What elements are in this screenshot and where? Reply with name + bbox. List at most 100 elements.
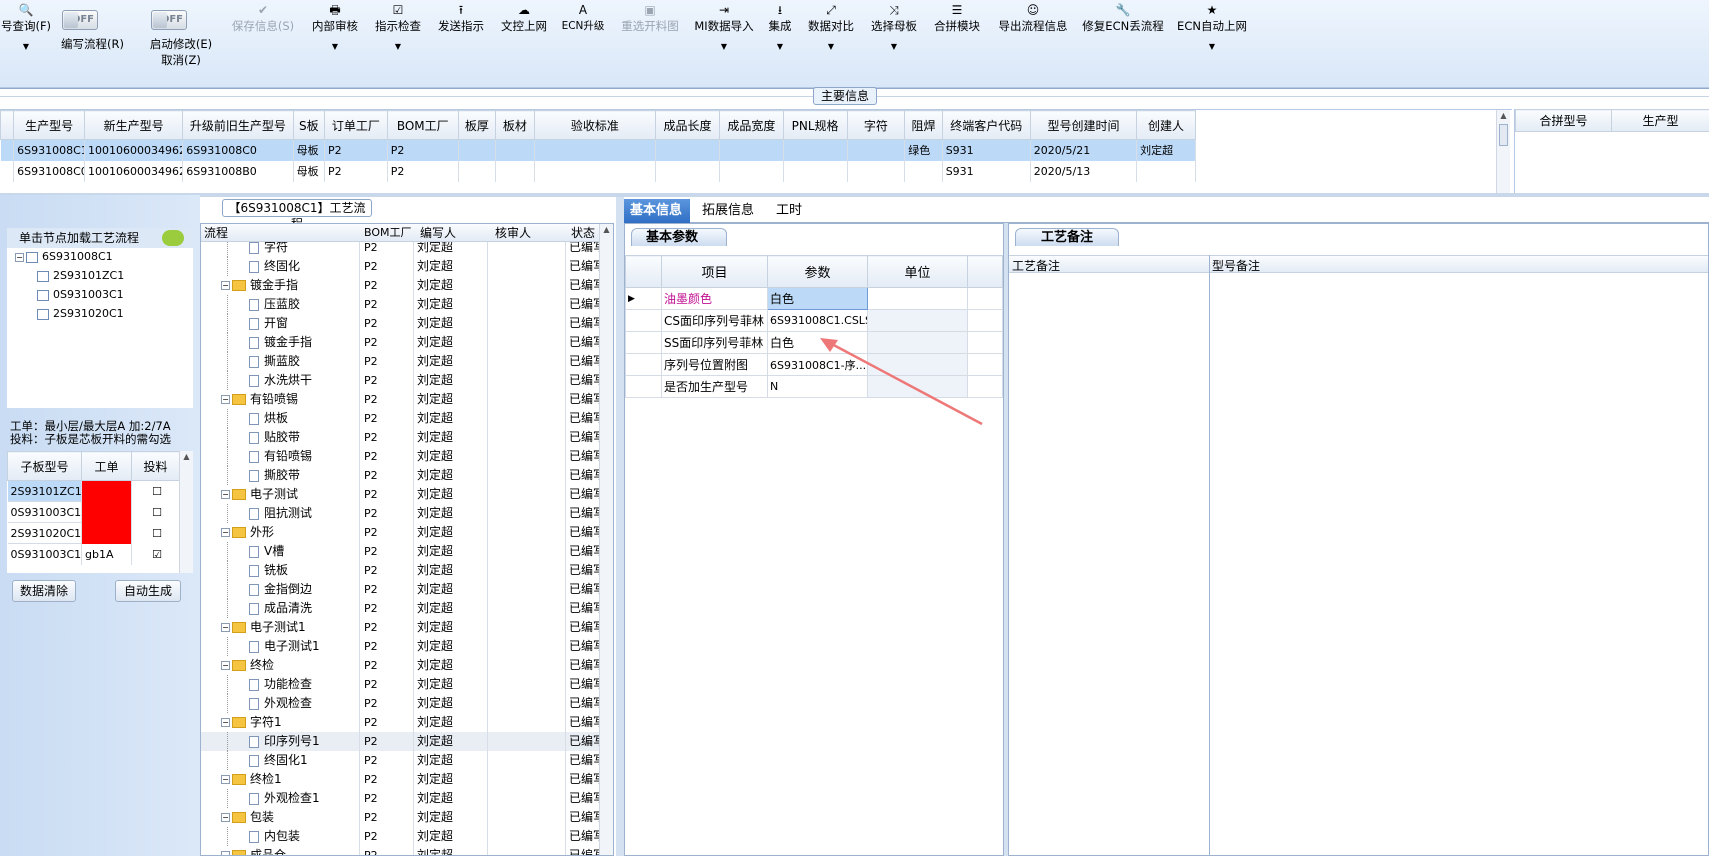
col-header[interactable]: PNL规格 <box>782 110 848 140</box>
flow-row[interactable]: 压蓝胶 P2 刘定超 已编写 <box>201 295 601 314</box>
param-value[interactable]: 6S931008C1.CSLSH <box>767 309 868 332</box>
flow-row[interactable]: 功能检查 P2 刘定超 已编写 <box>201 675 601 694</box>
col-header[interactable]: BOM工厂 <box>364 224 412 242</box>
flow-row[interactable]: − 有铅喷锡 P2 刘定超 已编写 <box>201 390 601 409</box>
tab-work-hours[interactable]: 工时 <box>770 199 808 223</box>
clear-data-button[interactable]: 数据清除 <box>12 580 76 602</box>
cell[interactable]: 6S931008C1 <box>13 139 86 161</box>
flow-scrollbar[interactable]: ▲ <box>599 224 613 855</box>
tab-extended-info[interactable]: 拓展信息 <box>696 199 760 223</box>
flow-row[interactable]: − 电子测试 P2 刘定超 已编写 <box>201 485 601 504</box>
flow-row[interactable]: 内包装 P2 刘定超 已编写 <box>201 827 601 846</box>
table-row[interactable]: 2S93101ZC1 ☐ <box>7 480 180 502</box>
order-cell[interactable]: gb1A <box>81 543 132 565</box>
table-row[interactable]: 是否加生产型号 N <box>625 375 1003 398</box>
flow-row[interactable]: 印序列号1 P2 刘定超 已编写 <box>201 732 601 751</box>
param-unit[interactable] <box>867 309 968 332</box>
table-row[interactable]: SS面印序列号菲林 白色 <box>625 331 1003 354</box>
collapse-icon[interactable]: − <box>221 775 230 784</box>
col-header[interactable]: 流程 <box>204 224 228 242</box>
cancel-label[interactable]: 取消(Z) <box>143 52 219 68</box>
cell[interactable]: P2 <box>387 160 459 182</box>
cell[interactable]: 6S931008C0 <box>182 139 294 161</box>
cell[interactable] <box>904 160 943 182</box>
tree-node[interactable]: 2S93101ZC1 <box>37 267 124 284</box>
cell[interactable]: 2S931020C1 <box>7 522 82 544</box>
order-cell[interactable] <box>81 522 132 544</box>
ecn-auto-button[interactable]: ★ ECN自动上网 ▼ <box>1176 2 1248 82</box>
cell[interactable] <box>495 160 535 182</box>
feed-checkbox[interactable]: ☐ <box>131 480 180 502</box>
export-flow-button[interactable]: ☺ 导出流程信息 <box>994 2 1072 82</box>
query-button[interactable]: 🔍 号查询(F) ▼ <box>0 2 52 82</box>
tree-node[interactable]: 2S931020C1 <box>37 305 124 322</box>
col-header[interactable]: 阻焊 <box>904 110 943 140</box>
flow-row[interactable]: 镀金手指 P2 刘定超 已编写 <box>201 333 601 352</box>
cell[interactable]: P2 <box>387 139 459 161</box>
collapse-icon[interactable]: − <box>221 718 230 727</box>
cell[interactable] <box>1136 160 1196 182</box>
data-compare-button[interactable]: ⤢ 数据对比 ▼ <box>805 2 857 82</box>
flow-row[interactable]: − 外形 P2 刘定超 已编写 <box>201 523 601 542</box>
tree-node-root[interactable]: −6S931008C1 <box>15 248 113 265</box>
col-header[interactable]: 板材 <box>495 110 535 140</box>
sub-grid-scrollbar[interactable]: ▲ <box>179 451 193 573</box>
mi-import-button[interactable]: ⇥ MI数据导入 ▼ <box>690 2 758 82</box>
param-value[interactable]: 白色 <box>767 287 868 310</box>
col-header[interactable]: 板厚 <box>457 110 497 140</box>
param-unit[interactable] <box>867 375 968 398</box>
param-unit[interactable] <box>867 353 968 376</box>
col-header[interactable]: 编写人 <box>420 224 456 242</box>
cell[interactable] <box>655 139 720 161</box>
flow-row[interactable]: 电子测试1 P2 刘定超 已编写 <box>201 637 601 656</box>
tree-node[interactable]: 0S931003C1 <box>37 286 124 303</box>
flow-row[interactable]: 外观检查 P2 刘定超 已编写 <box>201 694 601 713</box>
flow-row[interactable]: 成品清洗 P2 刘定超 已编写 <box>201 599 601 618</box>
cell[interactable] <box>458 139 497 161</box>
col-header[interactable]: 项目 <box>661 255 768 288</box>
col-header[interactable]: 终端客户代码 <box>941 110 1031 140</box>
cell[interactable]: 母板 <box>293 139 326 161</box>
tab-basic-info[interactable]: 基本信息 <box>624 199 690 223</box>
main-grid-scrollbar[interactable]: ▲ <box>1496 110 1510 194</box>
scroll-up-icon[interactable]: ▲ <box>1497 110 1510 122</box>
flow-row[interactable]: 外观检查1 P2 刘定超 已编写 <box>201 789 601 808</box>
col-header[interactable]: 单位 <box>867 255 968 288</box>
cell[interactable] <box>719 160 784 182</box>
cell[interactable] <box>655 160 720 182</box>
cell[interactable]: 6S931008B0 <box>182 160 294 182</box>
flow-row[interactable]: 烘板 P2 刘定超 已编写 <box>201 409 601 428</box>
flow-row[interactable]: 金指倒边 P2 刘定超 已编写 <box>201 580 601 599</box>
flow-row[interactable]: 贴胶带 P2 刘定超 已编写 <box>201 428 601 447</box>
cell[interactable]: 2020/5/21 <box>1030 139 1138 161</box>
table-row[interactable]: CS面印序列号菲林6S931008C1.CSLSH <box>625 309 1003 332</box>
col-header[interactable]: 验收标准 <box>533 110 657 140</box>
scroll-up-icon[interactable]: ▲ <box>180 451 193 463</box>
flow-row[interactable]: 阻抗测试 P2 刘定超 已编写 <box>201 504 601 523</box>
table-row[interactable]: 0S931003C1 ☐ <box>7 501 180 523</box>
instruction-check-button[interactable]: ☑ 指示检查 ▼ <box>371 2 425 82</box>
col-header[interactable]: 型号创建时间 <box>1029 110 1138 140</box>
merge-module-button[interactable]: ☰ 合拼模块 <box>931 2 983 82</box>
cell[interactable]: 0S931003C1 <box>7 501 82 523</box>
param-value[interactable]: N <box>767 375 868 398</box>
horizontal-splitter[interactable] <box>0 193 1709 197</box>
cell[interactable]: S931 <box>942 160 1031 182</box>
vertical-splitter[interactable] <box>616 197 624 856</box>
auto-generate-button[interactable]: 自动生成 <box>115 580 181 602</box>
col-header[interactable]: BOM工厂 <box>386 110 459 140</box>
order-cell[interactable] <box>81 480 132 502</box>
cell[interactable] <box>847 160 906 182</box>
col-header[interactable]: 投料 <box>131 451 180 481</box>
flow-row[interactable]: − 包装 P2 刘定超 已编写 <box>201 808 601 827</box>
process-remark-textarea[interactable] <box>1009 274 1208 854</box>
param-value[interactable]: 白色 <box>767 331 868 354</box>
cell[interactable] <box>534 139 657 161</box>
select-mother-button[interactable]: ⤨ 选择母板 ▼ <box>868 2 920 82</box>
modify-toggle[interactable]: OFF <box>151 10 187 30</box>
cell[interactable] <box>719 139 784 161</box>
integrate-button[interactable]: ⭳ 集成 ▼ <box>765 2 795 82</box>
col-header[interactable]: 成品宽度 <box>718 110 784 140</box>
collapse-icon[interactable]: − <box>221 528 230 537</box>
col-header[interactable]: 子板型号 <box>7 451 82 481</box>
